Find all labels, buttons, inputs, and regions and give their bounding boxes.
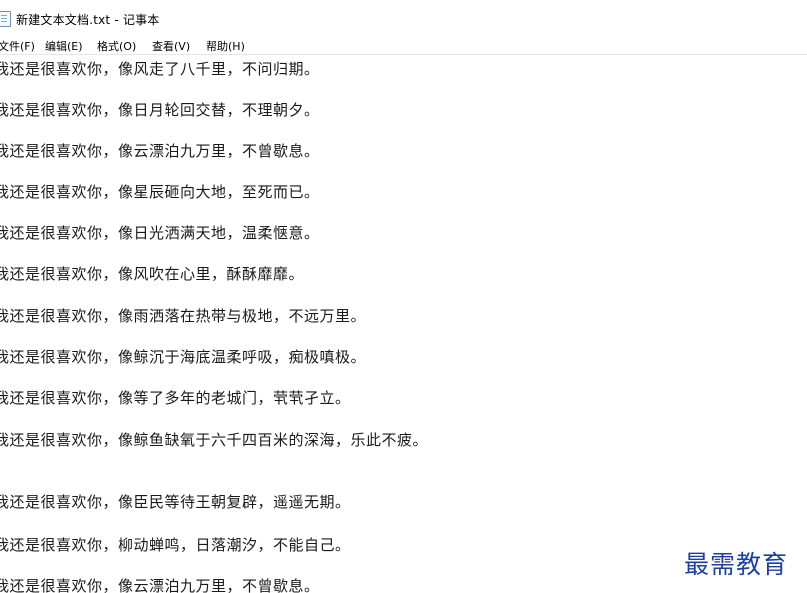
text-line: 我还是很喜欢你，像云漂泊九万里，不曾歇息。	[0, 577, 320, 593]
text-line: 我还是很喜欢你，像雨洒落在热带与极地，不远万里。	[0, 307, 367, 325]
title-bar: 新建文本文档.txt - 记事本	[0, 0, 807, 36]
text-line: 我还是很喜欢你，像等了多年的老城门，茕茕孑立。	[0, 389, 351, 407]
menu-help[interactable]: 帮助(H)	[206, 38, 245, 54]
text-line: 我还是很喜欢你，柳动蝉鸣，日落潮汐，不能自己。	[0, 536, 351, 554]
watermark-logo: 最需教育	[684, 550, 789, 579]
text-line: 我还是很喜欢你，像日月轮回交替，不理朝夕。	[0, 101, 320, 119]
menu-edit[interactable]: 编辑(E)	[45, 38, 83, 54]
text-line: 我还是很喜欢你，像鲸鱼缺氧于六千四百米的深海，乐此不疲。	[0, 431, 429, 449]
menu-format[interactable]: 格式(O)	[97, 38, 136, 54]
text-editor-area[interactable]: 我还是很喜欢你，像风走了八千里，不问归期。 我还是很喜欢你，像日月轮回交替，不理…	[0, 55, 807, 593]
text-line: 我还是很喜欢你，像日光洒满天地，温柔惬意。	[0, 224, 320, 242]
text-line: 我还是很喜欢你，像臣民等待王朝复辟，遥遥无期。	[0, 493, 351, 511]
text-line: 我还是很喜欢你，像风吹在心里，酥酥靡靡。	[0, 265, 305, 283]
menu-view[interactable]: 查看(V)	[152, 38, 190, 54]
menu-file[interactable]: 文件(F)	[0, 38, 35, 54]
text-line: 我还是很喜欢你，像鲸沉于海底温柔呼吸，痴极嗔极。	[0, 348, 367, 366]
window-title: 新建文本文档.txt - 记事本	[16, 13, 160, 27]
text-line: 我还是很喜欢你，像云漂泊九万里，不曾歇息。	[0, 142, 320, 160]
notepad-icon	[0, 11, 11, 27]
text-line: 我还是很喜欢你，像风走了八千里，不问归期。	[0, 60, 320, 78]
menu-bar: 文件(F) 编辑(E) 格式(O) 查看(V) 帮助(H)	[0, 36, 807, 55]
text-line: 我还是很喜欢你，像星辰砸向大地，至死而已。	[0, 183, 320, 201]
